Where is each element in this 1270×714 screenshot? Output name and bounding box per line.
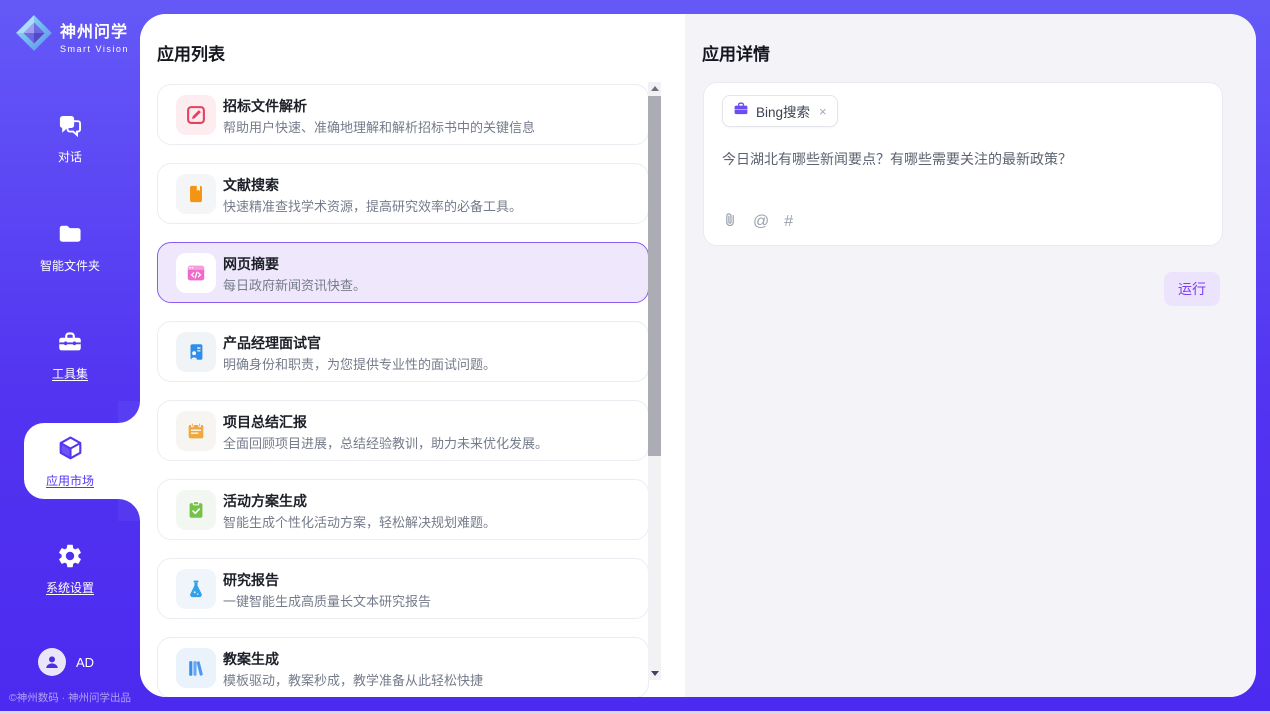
sidebar-item-app-market[interactable]: 应用市场 (0, 434, 140, 489)
list-item-title: 教案生成 (223, 649, 279, 669)
briefcase-icon (733, 101, 749, 122)
clipboard-check-icon (176, 490, 216, 530)
list-item-bid-analysis[interactable]: 招标文件解析 帮助用户快速、准确地理解和解析招标书中的关键信息 (157, 84, 649, 145)
folder-icon (56, 220, 84, 248)
list-item-research-report[interactable]: 研究报告 一键智能生成高质量长文本研究报告 (157, 558, 649, 619)
pen-square-icon (176, 95, 216, 135)
list-item-event-plan[interactable]: 活动方案生成 智能生成个性化活动方案，轻松解决规划难题。 (157, 479, 649, 540)
chat-icon (57, 112, 84, 140)
flask-icon (176, 569, 216, 609)
sidebar-item-label: 工具集 (0, 365, 140, 382)
user-name: AD (76, 655, 94, 670)
prompt-text[interactable]: 今日湖北有哪些新闻要点？有哪些需要关注的最新政策？ (722, 149, 1204, 169)
app-list-panel: 应用列表 招标文件解析 帮助用户快速、准确地理解和解析招标书中的关键信息 (140, 14, 685, 697)
at-icon[interactable]: @ (753, 214, 769, 230)
paperclip-icon[interactable] (722, 211, 738, 233)
scroll-down-arrow-icon[interactable] (651, 671, 659, 676)
scrollbar[interactable] (648, 82, 661, 680)
logo-subtitle: Smart Vision (60, 44, 129, 54)
books-icon (176, 648, 216, 688)
app-detail-panel: 应用详情 Bing搜索 × 今日湖北有哪些新闻要点？有哪些需要关注的最新政策？ (685, 14, 1256, 697)
tool-chip-label: Bing搜索 (756, 101, 810, 121)
book-icon (176, 174, 216, 214)
cube-icon (56, 434, 85, 462)
list-item-pm-interviewer[interactable]: 产品经理面试官 明确身份和职责，为您提供专业性的面试问题。 (157, 321, 649, 382)
list-item-title: 网页摘要 (223, 254, 279, 274)
list-item-project-summary[interactable]: 项目总结汇报 全面回顾项目进展，总结经验教训，助力未来优化发展。 (157, 400, 649, 461)
list-item-title: 活动方案生成 (223, 491, 307, 511)
app-window: 神州问学 Smart Vision 对话 (0, 0, 1270, 714)
sidebar-item-chat[interactable]: 对话 (0, 112, 140, 165)
sidebar-footer: ©神州数码 · 神州问学出品 (0, 690, 140, 705)
app-list-title: 应用列表 (157, 40, 225, 65)
list-item-desc: 帮助用户快速、准确地理解和解析招标书中的关键信息 (223, 117, 535, 136)
list-item-desc: 全面回顾项目进展，总结经验教训，助力未来优化发展。 (223, 433, 548, 452)
sidebar-item-label: 对话 (0, 148, 140, 165)
list-item-title: 文献搜索 (223, 175, 279, 195)
list-item-desc: 智能生成个性化活动方案，轻松解决规划难题。 (223, 512, 496, 531)
sidebar: 神州问学 Smart Vision 对话 (0, 0, 140, 714)
list-item-title: 项目总结汇报 (223, 412, 307, 432)
calendar-icon (176, 411, 216, 451)
user-account[interactable]: AD (38, 648, 94, 676)
sidebar-item-label: 应用市场 (0, 472, 140, 489)
logo-title: 神州问学 (60, 24, 128, 41)
list-item-desc: 一键智能生成高质量长文本研究报告 (223, 591, 431, 610)
prompt-card: Bing搜索 × 今日湖北有哪些新闻要点？有哪些需要关注的最新政策？ @ # (703, 82, 1223, 246)
composer-toolbar: @ # (722, 211, 793, 233)
list-item-desc: 模板驱动，教案秒成，教学准备从此轻松快捷 (223, 670, 483, 689)
list-item-title: 招标文件解析 (223, 96, 307, 116)
tool-chip-bing-search[interactable]: Bing搜索 × (722, 95, 838, 127)
resume-icon (176, 332, 216, 372)
avatar (38, 648, 66, 676)
app-logo: 神州问学 Smart Vision (14, 13, 129, 58)
list-item-desc: 快速精准查找学术资源，提高研究效率的必备工具。 (223, 196, 522, 215)
sidebar-item-toolbox[interactable]: 工具集 (0, 328, 140, 382)
sidebar-item-settings[interactable]: 系统设置 (0, 542, 140, 596)
app-detail-title: 应用详情 (702, 40, 770, 65)
list-item-desc: 明确身份和职责，为您提供专业性的面试问题。 (223, 354, 496, 373)
close-icon[interactable]: × (819, 104, 827, 119)
list-item-web-summary[interactable]: 网页摘要 每日政府新闻资讯快查。 (157, 242, 649, 303)
scroll-up-arrow-icon[interactable] (651, 86, 659, 91)
toolbox-icon (56, 328, 84, 356)
main-container: 应用列表 招标文件解析 帮助用户快速、准确地理解和解析招标书中的关键信息 (140, 14, 1256, 697)
list-item-desc: 每日政府新闻资讯快查。 (223, 275, 366, 294)
sidebar-item-label: 系统设置 (0, 579, 140, 596)
gear-icon (56, 542, 84, 570)
hash-icon[interactable]: # (784, 214, 793, 230)
sidebar-item-smart-folder[interactable]: 智能文件夹 (0, 220, 140, 274)
list-item-title: 产品经理面试官 (223, 333, 321, 353)
browser-code-icon (176, 253, 216, 293)
scrollbar-thumb[interactable] (648, 96, 661, 456)
diamond-logo-icon (14, 13, 54, 58)
list-item-lesson-plan[interactable]: 教案生成 模板驱动，教案秒成，教学准备从此轻松快捷 (157, 637, 649, 697)
sidebar-item-label: 智能文件夹 (0, 257, 140, 274)
run-button[interactable]: 运行 (1164, 272, 1220, 306)
list-item-literature-search[interactable]: 文献搜索 快速精准查找学术资源，提高研究效率的必备工具。 (157, 163, 649, 224)
list-item-title: 研究报告 (223, 570, 279, 590)
app-list: 招标文件解析 帮助用户快速、准确地理解和解析招标书中的关键信息 文献搜索 快速精… (157, 84, 649, 697)
